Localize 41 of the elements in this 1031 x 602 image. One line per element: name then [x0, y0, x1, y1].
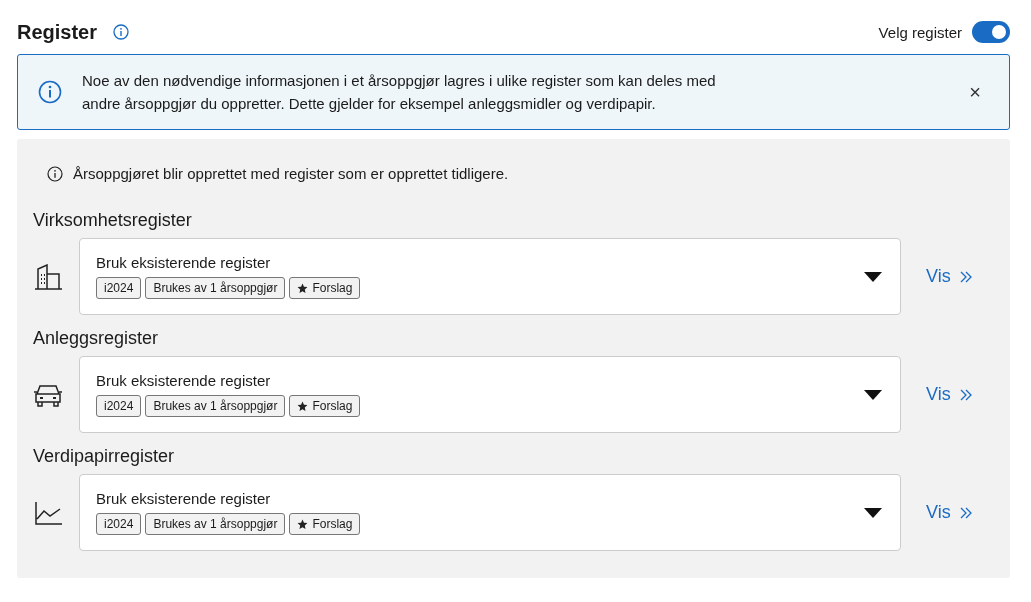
tag-label: i2024	[104, 399, 134, 413]
tag-label: Forslag	[312, 517, 353, 531]
select-value: Bruk eksisterende register	[96, 372, 272, 389]
select-value: Bruk eksisterende register	[96, 254, 272, 271]
view-link[interactable]: Vis	[926, 384, 973, 405]
star-icon	[297, 518, 309, 530]
view-link[interactable]: Vis	[926, 502, 973, 523]
double-chevron-icon	[958, 505, 973, 520]
tag-label: i2024	[104, 281, 134, 295]
register-select[interactable]: Bruk eksisterende register i2024 Brukes av 1 årsoppgjør Forslag	[79, 474, 901, 551]
close-button[interactable]: ×	[965, 80, 985, 104]
tag-label: Forslag	[312, 281, 353, 295]
section-title: Verdipapirregister	[33, 446, 176, 467]
toggle-label: Velg register	[878, 23, 962, 41]
info-icon	[47, 165, 63, 182]
tag-label: Forslag	[312, 399, 353, 413]
tag-label: Brukes av 1 årsoppgjør	[153, 399, 278, 413]
chart-icon	[33, 499, 63, 526]
toggle-switch[interactable]	[972, 21, 1010, 43]
note-text: Årsoppgjøret blir opprettet med register som er opprettet tidligere.	[73, 165, 509, 182]
caret-icon	[864, 271, 882, 282]
caret-icon	[864, 389, 882, 400]
register-select[interactable]: Bruk eksisterende register i2024 Brukes av 1 årsoppgjør Forslag	[79, 238, 901, 315]
star-icon	[297, 282, 309, 294]
star-icon	[297, 400, 309, 412]
info-icon	[38, 80, 62, 104]
building-icon	[33, 263, 63, 290]
double-chevron-icon	[958, 269, 973, 284]
view-link[interactable]: Vis	[926, 266, 973, 287]
register-select[interactable]: Bruk eksisterende register i2024 Brukes av 1 årsoppgjør Forslag	[79, 356, 901, 433]
section-title: Virksomhetsregister	[33, 210, 193, 231]
double-chevron-icon	[958, 387, 973, 402]
caret-icon	[864, 507, 882, 518]
select-value: Bruk eksisterende register	[96, 490, 272, 507]
section-title: Anleggsregister	[33, 328, 160, 349]
banner-text: Noe av den nødvendige informasjonen i et årsoppgjør lagres i ulike register som kan deles med andre årsoppgjør du oppretter. Dette gjelder for eksempel anleggsmidler og verdipapir.	[82, 71, 717, 114]
tag-label: i2024	[104, 517, 134, 531]
page-title: Register	[17, 20, 98, 44]
tag-label: Brukes av 1 årsoppgjør	[153, 517, 278, 531]
tag-label: Brukes av 1 årsoppgjør	[153, 281, 278, 295]
info-icon[interactable]	[113, 24, 130, 40]
